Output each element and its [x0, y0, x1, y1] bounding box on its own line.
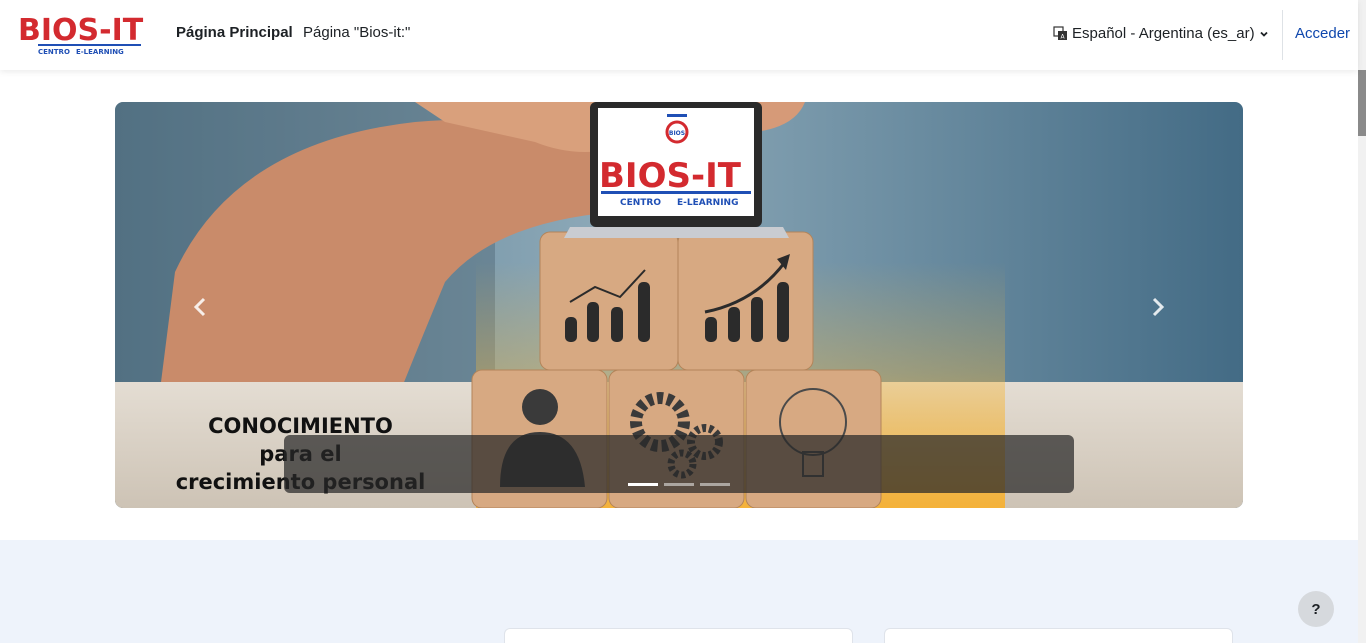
laptop-brand: BIOS-IT — [599, 156, 742, 196]
language-icon: A — [1053, 26, 1068, 41]
page-scrollbar[interactable] — [1358, 0, 1366, 643]
course-card[interactable] — [884, 628, 1233, 643]
chevron-down-icon — [1259, 29, 1269, 39]
content-section — [0, 540, 1358, 643]
login-link[interactable]: Acceder — [1295, 25, 1350, 42]
carousel-indicator-2[interactable] — [664, 483, 694, 486]
nav-link-bios-it[interactable]: Página "Bios-it:" — [303, 24, 410, 41]
laptop-sub-right: E-LEARNING — [677, 198, 738, 208]
carousel-indicator-1[interactable] — [628, 483, 658, 486]
bios-it-logo[interactable]: BIOS-IT CENTRO E-LEARNING — [16, 8, 144, 58]
hero-carousel: BIOS BIOS-IT CENTRO E-LEARNING CONOCIMIE… — [115, 102, 1243, 508]
course-card[interactable] — [504, 628, 853, 643]
laptop-sub-left: CENTRO — [620, 198, 661, 208]
navbar-divider — [1282, 10, 1283, 60]
carousel-prev-button[interactable] — [185, 292, 215, 322]
logo-brand: BIOS-IT — [18, 13, 144, 48]
logo-sub-right: E-LEARNING — [76, 48, 124, 56]
language-label: Español - Argentina (es_ar) — [1072, 25, 1255, 42]
carousel-next-button[interactable] — [1143, 292, 1173, 322]
carousel-indicator-3[interactable] — [700, 483, 730, 486]
laptop-badge: BIOS — [669, 130, 685, 137]
language-selector[interactable]: A Español - Argentina (es_ar) — [1053, 25, 1269, 42]
scroll-thumb[interactable] — [1358, 70, 1366, 136]
top-navbar: BIOS-IT CENTRO E-LEARNING Página Princip… — [0, 0, 1358, 70]
nav-link-home[interactable]: Página Principal — [176, 24, 293, 41]
help-button[interactable]: ? — [1298, 591, 1334, 627]
chevron-right-icon — [1152, 297, 1165, 317]
logo-sub-left: CENTRO — [38, 48, 70, 56]
chevron-left-icon — [193, 297, 206, 317]
carousel-indicators — [628, 483, 730, 486]
